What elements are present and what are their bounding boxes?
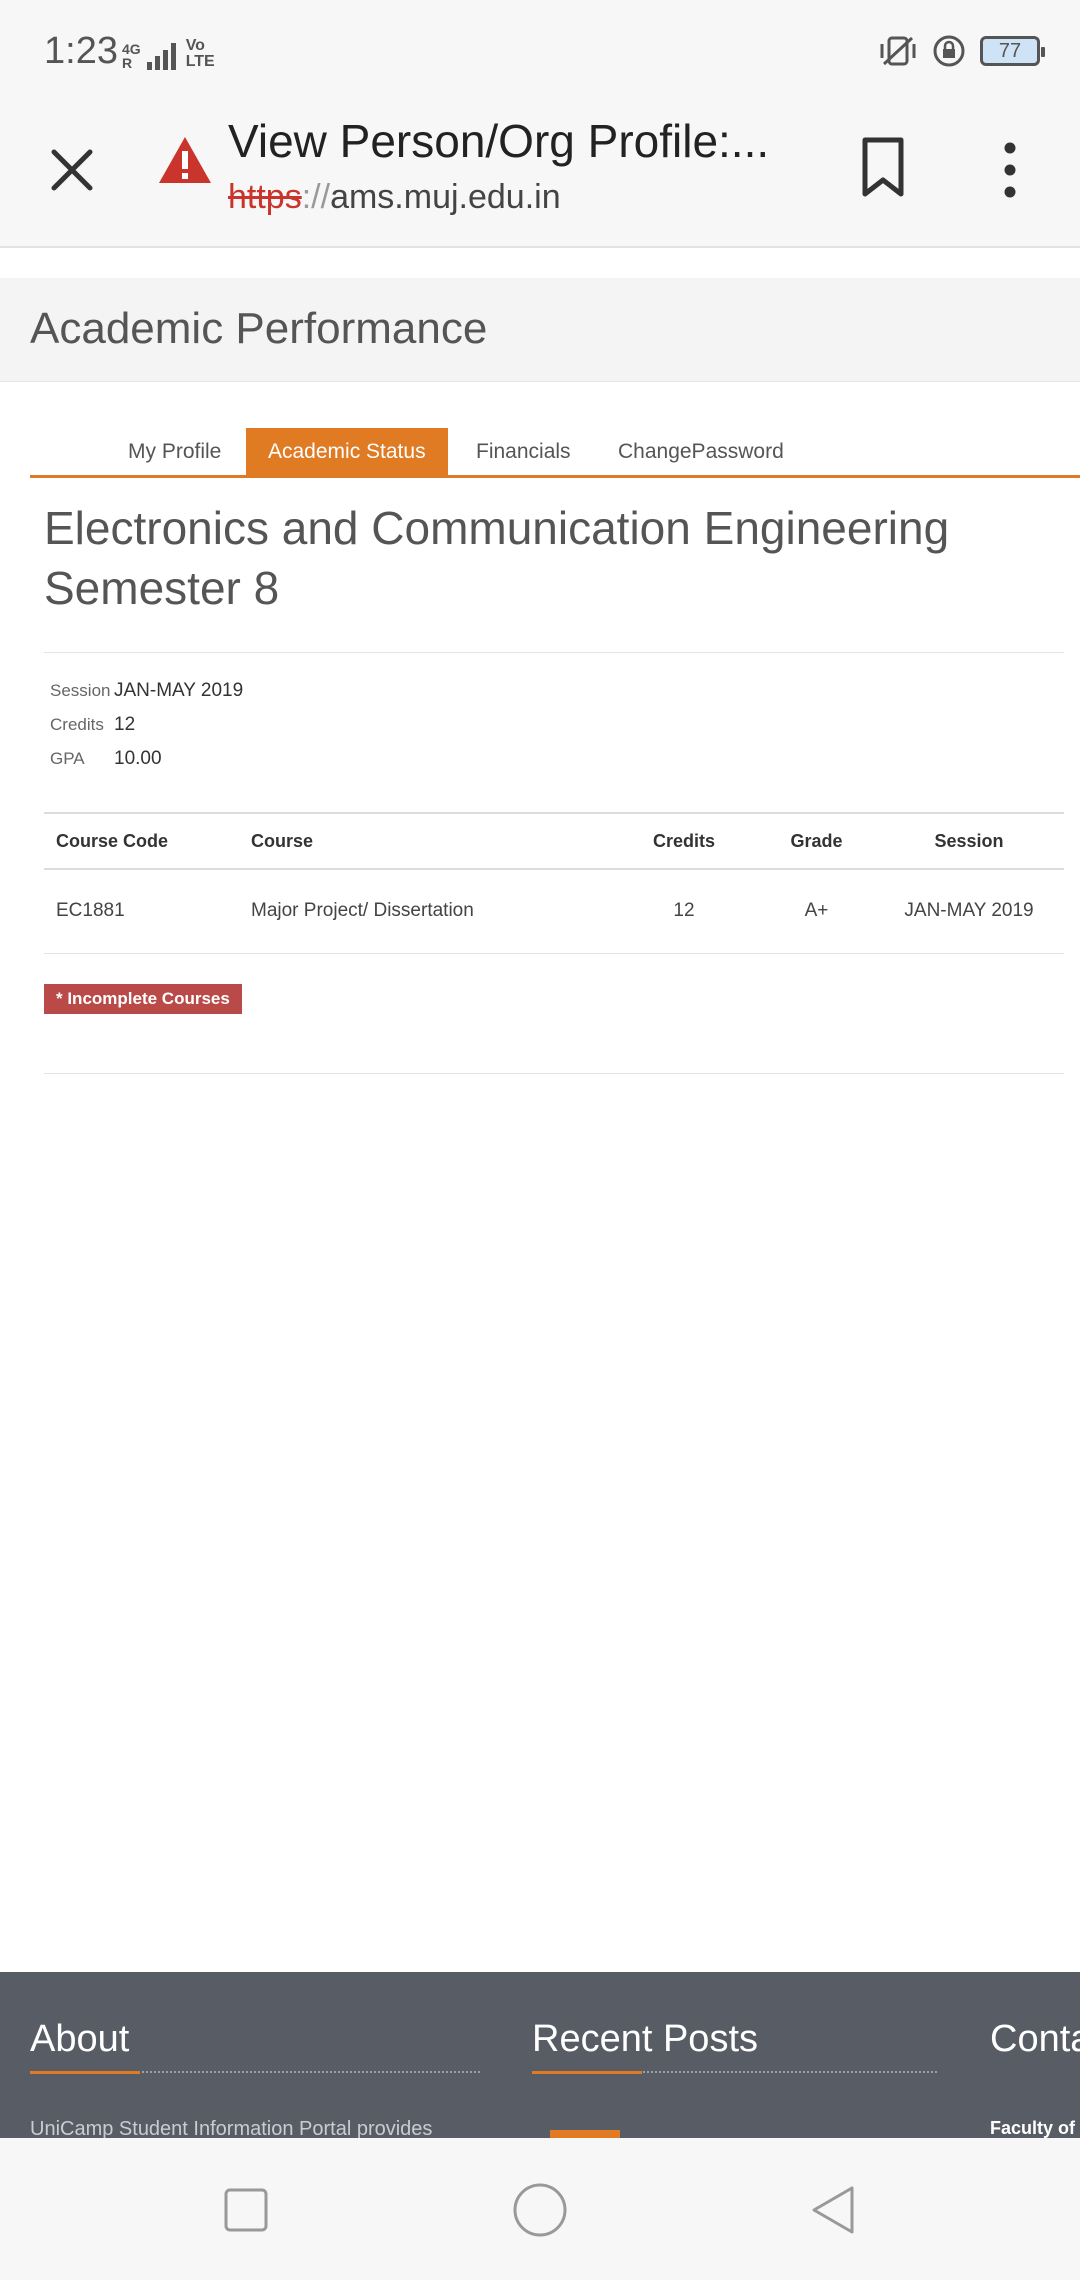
tab-financials[interactable]: Financials <box>454 428 593 476</box>
network-indicator: 4G R Vo LTE <box>122 38 215 70</box>
table-row: EC1881 Major Project/ Dissertation 12 A+… <box>44 869 1064 954</box>
browser-toolbar: View Person/Org Profile:... https://ams.… <box>0 100 1080 248</box>
tab-academic-status[interactable]: Academic Status <box>246 428 448 476</box>
home-button-icon[interactable] <box>510 2180 570 2240</box>
column-header-course: Course <box>239 812 609 870</box>
cell-grade: A+ <box>759 869 874 954</box>
tab-my-profile[interactable]: My Profile <box>106 428 243 476</box>
incomplete-courses-badge: * Incomplete Courses <box>44 984 242 1014</box>
recents-button-icon[interactable] <box>218 2182 274 2238</box>
battery-level: 77 <box>998 39 1022 62</box>
site-nav-clipped <box>0 250 1080 274</box>
footer-contact-text: Faculty of <box>990 2118 1076 2138</box>
battery-icon: 77 <box>980 36 1045 66</box>
divider <box>44 652 1064 653</box>
url-host: ams.muj.edu.in <box>330 178 561 216</box>
system-nav-bar <box>0 2138 1080 2280</box>
browser-url[interactable]: https://ams.muj.edu.in <box>228 178 561 217</box>
bookmark-icon[interactable] <box>858 136 908 200</box>
program-title: Electronics and Communication Engineerin… <box>44 502 950 614</box>
credits-value: 12 <box>114 714 136 735</box>
browser-page-title[interactable]: View Person/Org Profile:... <box>228 114 808 168</box>
footer-about: About <box>30 2018 480 2074</box>
gpa-value: 10.00 <box>114 748 162 769</box>
recent-post-thumbnail[interactable] <box>550 2130 620 2138</box>
table-header-row: Course Code Course Credits Grade Session <box>44 812 1064 870</box>
footer-recent-posts: Recent Posts <box>532 2018 937 2074</box>
rotation-lock-icon <box>933 35 965 67</box>
column-header-session: Session <box>874 812 1064 870</box>
cell-course: Major Project/ Dissertation <box>239 869 609 954</box>
footer-about-text: UniCamp Student Information Portal provi… <box>30 2118 433 2138</box>
footer-about-title: About <box>30 2018 130 2060</box>
cell-credits: 12 <box>609 869 759 954</box>
back-button-icon[interactable] <box>806 2182 862 2238</box>
credits-label: Credits <box>50 715 104 734</box>
cell-course-code: EC1881 <box>44 869 239 954</box>
close-tab-button[interactable] <box>40 138 104 202</box>
site-footer: About UniCamp Student Information Portal… <box>0 1972 1080 2138</box>
network-type: 4G <box>122 41 141 57</box>
incomplete-legend: * Incomplete Courses <box>44 984 1064 1074</box>
vibrate-icon <box>880 36 916 66</box>
status-bar: 1:23 4G R Vo LTE 77 <box>0 0 1080 100</box>
semester-summary: Session JAN-MAY 2019 Credits 12 GPA 10.0… <box>44 674 444 776</box>
url-separator: :// <box>301 178 331 216</box>
footer-contact-title: Conta <box>990 2018 1080 2060</box>
footer-recent-title: Recent Posts <box>532 2018 758 2060</box>
roaming-indicator: R <box>122 55 133 71</box>
academic-status-panel: Electronics and Communication Engineerin… <box>44 490 1064 1074</box>
cell-session: JAN-MAY 2019 <box>874 869 1064 954</box>
tab-change-password[interactable]: ChangePassword <box>596 428 806 476</box>
page-header: Academic Performance <box>0 278 1080 382</box>
page-title: Academic Performance <box>30 304 488 353</box>
session-label: Session <box>50 681 111 700</box>
gpa-label: GPA <box>50 749 85 768</box>
session-value: JAN-MAY 2019 <box>114 680 244 701</box>
volte-indicator: Vo LTE <box>185 37 215 70</box>
courses-table: Course Code Course Credits Grade Session… <box>44 812 1064 954</box>
more-options-icon[interactable] <box>988 138 1032 202</box>
signal-icon <box>146 42 176 70</box>
close-icon <box>51 149 93 191</box>
url-scheme: https <box>228 178 302 216</box>
warning-icon[interactable] <box>156 134 214 186</box>
profile-tabs: My Profile Academic Status Financials Ch… <box>30 426 1080 478</box>
column-header-grade: Grade <box>759 812 874 870</box>
status-time: 1:23 <box>44 30 118 72</box>
column-header-credits: Credits <box>609 812 759 870</box>
footer-contact: Conta <box>990 2018 1080 2061</box>
column-header-course-code: Course Code <box>44 812 239 870</box>
